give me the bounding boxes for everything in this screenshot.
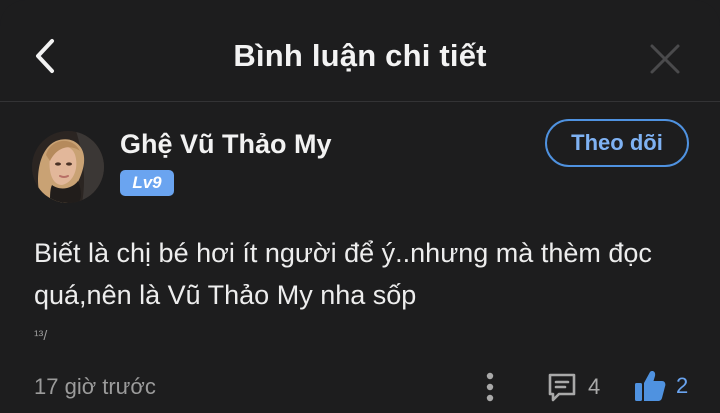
more-vertical-icon: [486, 372, 494, 402]
reply-count: 4: [588, 374, 601, 399]
follow-button[interactable]: Theo dõi: [545, 119, 689, 167]
avatar[interactable]: [32, 131, 104, 203]
more-options-button[interactable]: [480, 370, 500, 404]
comment-icon: [548, 373, 576, 402]
level-badge: Lv9: [120, 170, 174, 196]
comment-timestamp: 17 giờ trước: [34, 374, 156, 399]
comment-detail-sheet: Bình luận chi tiết Ghệ Vũ Thảo My Lv9 Th…: [0, 0, 720, 413]
comment-text: Biết là chị bé hơi ít người để ý..nhưng …: [34, 238, 652, 310]
like-button[interactable]: 2: [634, 367, 688, 405]
avatar-image: [32, 131, 104, 203]
like-count: 2: [676, 373, 689, 398]
comment-footnote: ¹³/: [34, 327, 48, 343]
header-bar: Bình luận chi tiết: [0, 0, 720, 102]
thumbs-up-icon: [635, 371, 666, 401]
user-name[interactable]: Ghệ Vũ Thảo My: [120, 129, 332, 160]
reply-button[interactable]: 4: [546, 369, 600, 405]
close-button[interactable]: [646, 40, 684, 78]
close-icon: [650, 44, 680, 74]
page-title: Bình luận chi tiết: [233, 38, 487, 73]
